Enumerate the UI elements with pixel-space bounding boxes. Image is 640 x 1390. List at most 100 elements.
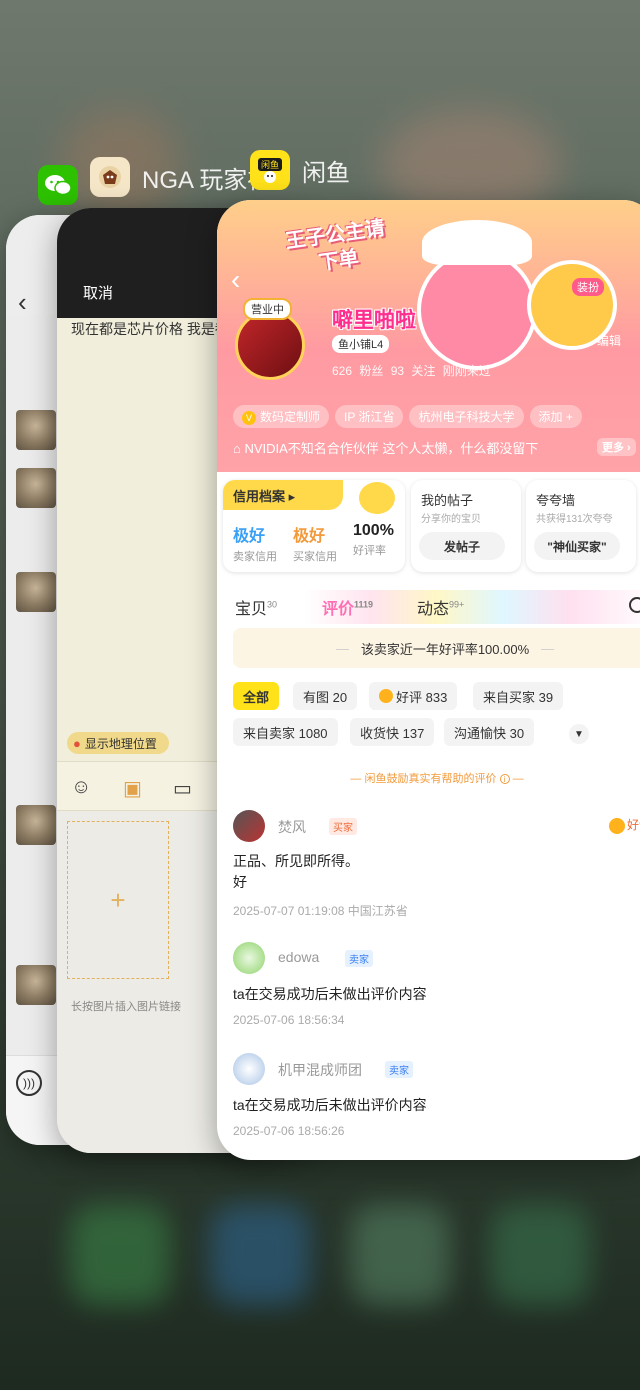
video-icon[interactable]: ▭ [173,776,192,801]
posts-panel[interactable]: 我的帖子 分享你的宝贝 发帖子 [411,480,521,572]
reviewer-avatar[interactable] [233,942,265,974]
voice-icon[interactable]: ))) [16,1070,42,1096]
mascot-label[interactable]: 装扮 [572,278,604,296]
app-label-nga[interactable]: NGA 玩家社 [90,157,271,197]
image-icon[interactable]: ▣ [123,776,142,801]
verified-icon: V [242,411,256,425]
review-item: 机甲混成师团 卖家 ta在交易成功后未做出评价内容 2025-07-06 18:… [233,1053,640,1143]
credit-panel[interactable]: 信用档案 ▸ 极好 卖家信用 极好 买家信用 100% 好评率 [223,480,405,572]
filter-good-communication[interactable]: 沟通愉快 30 [444,718,535,746]
emoji-icon[interactable]: ☺ [71,776,91,799]
cancel-button[interactable]: 取消 [83,282,113,303]
dock-app-blur [70,1205,170,1305]
location-button[interactable]: ● 显示地理位置 [67,732,169,754]
profile-tags: V 数码定制师 IP 浙江省 杭州电子科技大学 添加 + [233,405,582,428]
avatar[interactable] [16,965,56,1005]
review-text: ta在交易成功后未做出评价内容 [233,986,427,1002]
location-label: 显示地理位置 [84,736,157,751]
username: 噼里啪啦 [332,309,416,332]
avatar[interactable] [16,410,56,450]
filter-from-buyer[interactable]: 来自买家 39 [473,682,564,710]
user-stats: 626 粉丝 93 关注 刚刚来过 [332,364,491,378]
praise-panel[interactable]: 夸夸墙 共获得131次夸夸 "神仙买家" [526,480,636,572]
nga-icon [90,157,130,197]
review-item: edowa 卖家 ta在交易成功后未做出评价内容 2025-07-06 18:5… [233,942,640,1032]
review-item: 焚风 买家 好评 正品、所见即所得。 好 2025-07-07 01:19:08… [233,810,640,920]
reviewer-name[interactable]: edowa [278,949,319,965]
credit-title: 信用档案 ▸ [223,480,343,510]
role-badge: 买家 [329,818,357,835]
tag-location[interactable]: IP 浙江省 [335,405,404,428]
status-badge: 营业中 [243,298,292,320]
avatar[interactable] [16,468,56,508]
review-text: ta在交易成功后未做出评价内容 [233,1097,427,1113]
info-icon[interactable]: i [499,774,510,784]
search-icon[interactable] [629,597,640,613]
location-pin-icon: ● [73,735,81,751]
reviewer-avatar[interactable] [233,1053,265,1085]
more-button[interactable]: 更多 › [597,438,636,456]
review-time: 2025-07-07 01:19:08 中国江苏省 [233,904,408,918]
filter-from-seller[interactable]: 来自卖家 1080 [233,718,338,746]
wechat-icon [38,165,78,205]
tag-profession[interactable]: V 数码定制师 [233,405,330,428]
mascot-pink [417,250,537,370]
plus-icon: + [110,884,126,915]
svg-text:闲鱼: 闲鱼 [261,159,279,171]
posts-title: 我的帖子 [421,493,474,508]
review-time: 2025-07-06 18:56:34 [233,1013,345,1027]
user-avatar[interactable] [235,310,305,380]
store-icon: ⌂ [233,441,245,456]
app-label-xianyu[interactable]: 闲鱼 闲鱼 [250,150,350,190]
credit-values: 极好 卖家信用 极好 买家信用 100% 好评率 [233,522,394,564]
smile-icon [379,689,393,703]
role-badge: 卖家 [345,950,373,967]
xianyu-icon: 闲鱼 [250,150,290,190]
tab-reviews[interactable]: 评价1119 [322,595,373,619]
filter-with-image[interactable]: 有图 20 [293,682,358,710]
level-badge[interactable]: 鱼小铺L4 [332,335,390,353]
dock-app-blur [490,1205,590,1305]
dock-app-blur [210,1205,310,1305]
buyer-credit: 极好 买家信用 [293,528,337,563]
filter-good[interactable]: 好评 833 [369,682,458,710]
seller-credit: 极好 卖家信用 [233,528,277,563]
rate-banner: — 该卖家近一年好评率100.00% — [233,628,640,668]
profile-panels: 信用档案 ▸ 极好 卖家信用 极好 买家信用 100% 好评率 我的帖子 分享你… [223,480,640,575]
back-icon[interactable]: ‹ [18,287,27,318]
credit-mascot-icon [359,482,395,514]
app-name-xianyu: 闲鱼 [302,159,350,187]
tag-school[interactable]: 杭州电子科技大学 [409,405,524,428]
user-bio: ⌂ NVIDIA不知名合作伙伴 这个人太懒，什么都没留下 [233,441,539,456]
back-icon[interactable]: ‹ [231,264,240,296]
reviewer-avatar[interactable] [233,810,265,842]
dock-app-blur [350,1205,450,1305]
avatar[interactable] [16,572,56,612]
image-hint: 长按图片插入图片链接 [71,1001,181,1013]
profile-tabs: 宝贝30 评价1119 动态99+ [217,590,640,624]
praise-button[interactable]: "神仙买家" [534,532,620,560]
add-image-slot[interactable]: + [67,821,169,979]
app-label-wechat[interactable] [38,165,78,205]
encourage-note: — 闲鱼鼓励真实有帮助的评价 i — [350,773,524,785]
banner-title: 王子公主请下单 [284,217,387,275]
filter-all[interactable]: 全部 [233,682,280,710]
good-rate: 100% 好评率 [353,522,394,557]
reviewer-name[interactable]: 机甲混成师团 [278,1060,362,1080]
post-button[interactable]: 发帖子 [419,532,505,560]
tag-add-button[interactable]: 添加 + [529,405,582,428]
praise-subtitle: 共获得131次夸夸 [536,514,613,525]
reviewer-name[interactable]: 焚风 [278,817,306,837]
tab-activity[interactable]: 动态99+ [417,595,464,619]
avatar[interactable] [16,805,56,845]
chevron-down-icon[interactable]: ▼ [569,724,589,744]
edit-button[interactable]: 编辑 [597,332,621,349]
smile-icon [609,817,625,834]
app-card-xianyu[interactable]: 王子公主请下单 装扮 ‹ ↗ 营业中 噼里啪啦 鱼小铺L4 626 粉丝 93 … [217,200,640,1160]
tab-items[interactable]: 宝贝30 [235,595,277,619]
filter-fast-receive[interactable]: 收货快 137 [350,718,435,746]
profile-header: 王子公主请下单 装扮 ‹ ↗ 营业中 噼里啪啦 鱼小铺L4 626 粉丝 93 … [217,200,640,472]
praise-title: 夸夸墙 [536,493,576,508]
mascot-hat [422,220,532,265]
role-badge: 卖家 [385,1061,413,1078]
